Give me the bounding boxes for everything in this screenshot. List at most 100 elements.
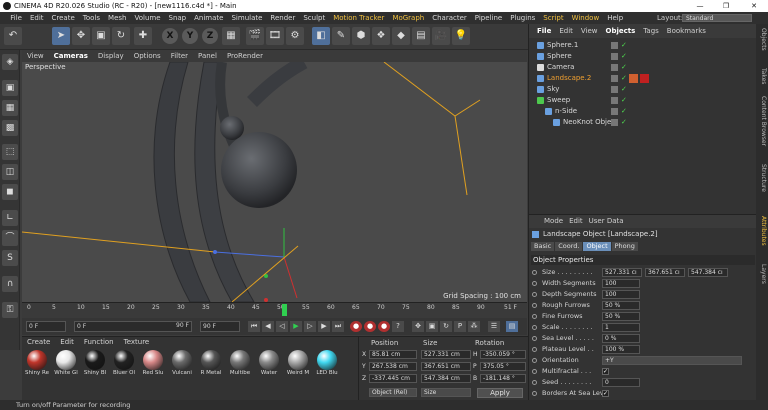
record-parameter-icon[interactable]: P [454, 321, 466, 332]
material-menu-function[interactable]: Function [79, 337, 119, 348]
visibility-toggle[interactable] [611, 108, 618, 115]
object-row[interactable]: Sweep ✓ [529, 95, 757, 106]
menu-animate[interactable]: Animate [190, 12, 227, 24]
object-name[interactable]: Landscape.2 [547, 73, 591, 84]
viewport-menu-view[interactable]: View [22, 50, 49, 62]
axis-icon[interactable]: ∟ [2, 210, 18, 226]
menu-tools[interactable]: Tools [79, 12, 104, 24]
enabled-check-icon[interactable]: ✓ [621, 73, 627, 84]
material-swatch[interactable]: R Metal [198, 350, 224, 376]
viewport-menu-filter[interactable]: Filter [166, 50, 193, 62]
property-checkbox[interactable]: ✓ [602, 390, 609, 397]
z-axis-button[interactable]: Z [202, 28, 218, 44]
attribute-menu-mode[interactable]: Mode [541, 215, 566, 228]
tab-coord[interactable]: Coord. [555, 242, 583, 251]
object-name[interactable]: Sweep [547, 95, 570, 106]
object-menu-file[interactable]: File [533, 24, 555, 38]
material-menu-edit[interactable]: Edit [55, 337, 79, 348]
object-menu-tags[interactable]: Tags [639, 24, 663, 38]
rotate-icon[interactable]: ↻ [112, 27, 130, 45]
visibility-toggle[interactable] [611, 97, 618, 104]
animation-dot-icon[interactable] [532, 391, 537, 396]
side-tab-takes[interactable]: Takes [757, 68, 767, 84]
menu-character[interactable]: Character [428, 12, 471, 24]
lock-icon[interactable]: ⚿ [2, 302, 18, 318]
light-icon[interactable]: 💡 [452, 27, 470, 45]
animation-dot-icon[interactable] [532, 281, 537, 286]
animation-dot-icon[interactable] [532, 303, 537, 308]
material-menu-create[interactable]: Create [22, 337, 55, 348]
animation-dot-icon[interactable] [532, 336, 537, 341]
menu-edit[interactable]: Edit [26, 12, 48, 24]
record-active-icon[interactable]: ● [350, 321, 362, 332]
viewport-menu-panel[interactable]: Panel [193, 50, 222, 62]
next-frame-icon[interactable]: ▷ [304, 321, 316, 332]
size-y-field[interactable]: 367.651 cm [421, 362, 471, 371]
select-icon[interactable]: ➤ [52, 27, 70, 45]
enabled-check-icon[interactable]: ✓ [621, 95, 627, 106]
property-value-field[interactable]: 1 [602, 323, 640, 332]
object-name[interactable]: n-Side [555, 106, 577, 117]
animation-dot-icon[interactable] [532, 369, 537, 374]
menu-simulate[interactable]: Simulate [227, 12, 266, 24]
material-swatch[interactable]: Water [256, 350, 282, 376]
side-tab-structure[interactable]: Structure [757, 164, 767, 192]
property-value-field[interactable]: 527.331 cı [602, 268, 642, 277]
object-row[interactable]: Sphere ✓ [529, 51, 757, 62]
subdivision-icon[interactable]: ⬢ [352, 27, 370, 45]
animation-dot-icon[interactable] [532, 292, 537, 297]
menu-file[interactable]: File [6, 12, 26, 24]
position-x-field[interactable]: 85.81 cm [369, 350, 417, 359]
enabled-check-icon[interactable]: ✓ [621, 62, 627, 73]
object-row[interactable]: Sphere.1 ✓ [529, 40, 757, 51]
maximize-button[interactable]: ❐ [714, 0, 738, 12]
property-value-field[interactable]: 547.384 cı [688, 268, 728, 277]
deformer-icon[interactable]: ◆ [392, 27, 410, 45]
start-frame-field[interactable]: 0 F [26, 321, 66, 332]
property-value-field[interactable]: 0 % [602, 334, 640, 343]
menu-window[interactable]: Window [568, 12, 604, 24]
viewport-menu-cameras[interactable]: Cameras [49, 50, 93, 62]
perspective-viewport[interactable]: Perspective Grid Spacing : 100 cm [22, 62, 527, 302]
animation-dot-icon[interactable] [532, 314, 537, 319]
magnet-icon[interactable]: ∩ [2, 276, 18, 292]
make-editable-icon[interactable]: ◈ [2, 54, 18, 70]
object-name[interactable]: NeoKnot Object [563, 117, 618, 128]
property-value-field[interactable]: 100 % [602, 345, 640, 354]
key-info-icon[interactable]: ? [392, 321, 404, 332]
material-swatch[interactable]: Shiny Bl [82, 350, 108, 376]
move-icon[interactable]: ✥ [72, 27, 90, 45]
move-plus-icon[interactable]: ✚ [134, 27, 152, 45]
layout-select[interactable]: Standard [682, 14, 752, 22]
viewport-menu-options[interactable]: Options [129, 50, 166, 62]
viewport-menu-prorender[interactable]: ProRender [222, 50, 268, 62]
visibility-toggle[interactable] [611, 86, 618, 93]
menu-script[interactable]: Script [539, 12, 567, 24]
record-scale-icon[interactable]: ▣ [426, 321, 438, 332]
enabled-check-icon[interactable]: ✓ [621, 117, 627, 128]
coordinate-system-icon[interactable]: ▦ [222, 27, 240, 45]
material-swatch[interactable]: Vulcani [169, 350, 195, 376]
side-tab-content-browser[interactable]: Content Browser [757, 96, 767, 146]
menu-help[interactable]: Help [603, 12, 627, 24]
property-value-field[interactable]: 50 % [602, 312, 640, 321]
scene-icon[interactable]: ▤ [412, 27, 430, 45]
side-tab-layers[interactable]: Layers [757, 264, 767, 284]
menu-sculpt[interactable]: Sculpt [299, 12, 329, 24]
rotation-p-field[interactable]: 375.05 ° [480, 362, 526, 371]
next-key-icon[interactable]: ▶ [318, 321, 330, 332]
tab-phong[interactable]: Phong [611, 242, 638, 251]
polygons-mode-icon[interactable]: ◼ [2, 184, 18, 200]
texture-tag-icon[interactable] [640, 74, 649, 83]
texture-tag-icon[interactable] [629, 74, 638, 83]
playhead[interactable] [282, 304, 287, 316]
enabled-check-icon[interactable]: ✓ [621, 40, 627, 51]
cloner-icon[interactable]: ❖ [372, 27, 390, 45]
menu-volume[interactable]: Volume [130, 12, 164, 24]
y-axis-button[interactable]: Y [182, 28, 198, 44]
size-mode-select[interactable]: Size [421, 388, 471, 397]
render-view-icon[interactable]: 🎬 [246, 27, 264, 45]
menu-plugins[interactable]: Plugins [506, 12, 539, 24]
render-picture-viewer-icon[interactable]: 🎞 [266, 27, 284, 45]
texture-mode-icon[interactable]: ▦ [2, 100, 18, 116]
